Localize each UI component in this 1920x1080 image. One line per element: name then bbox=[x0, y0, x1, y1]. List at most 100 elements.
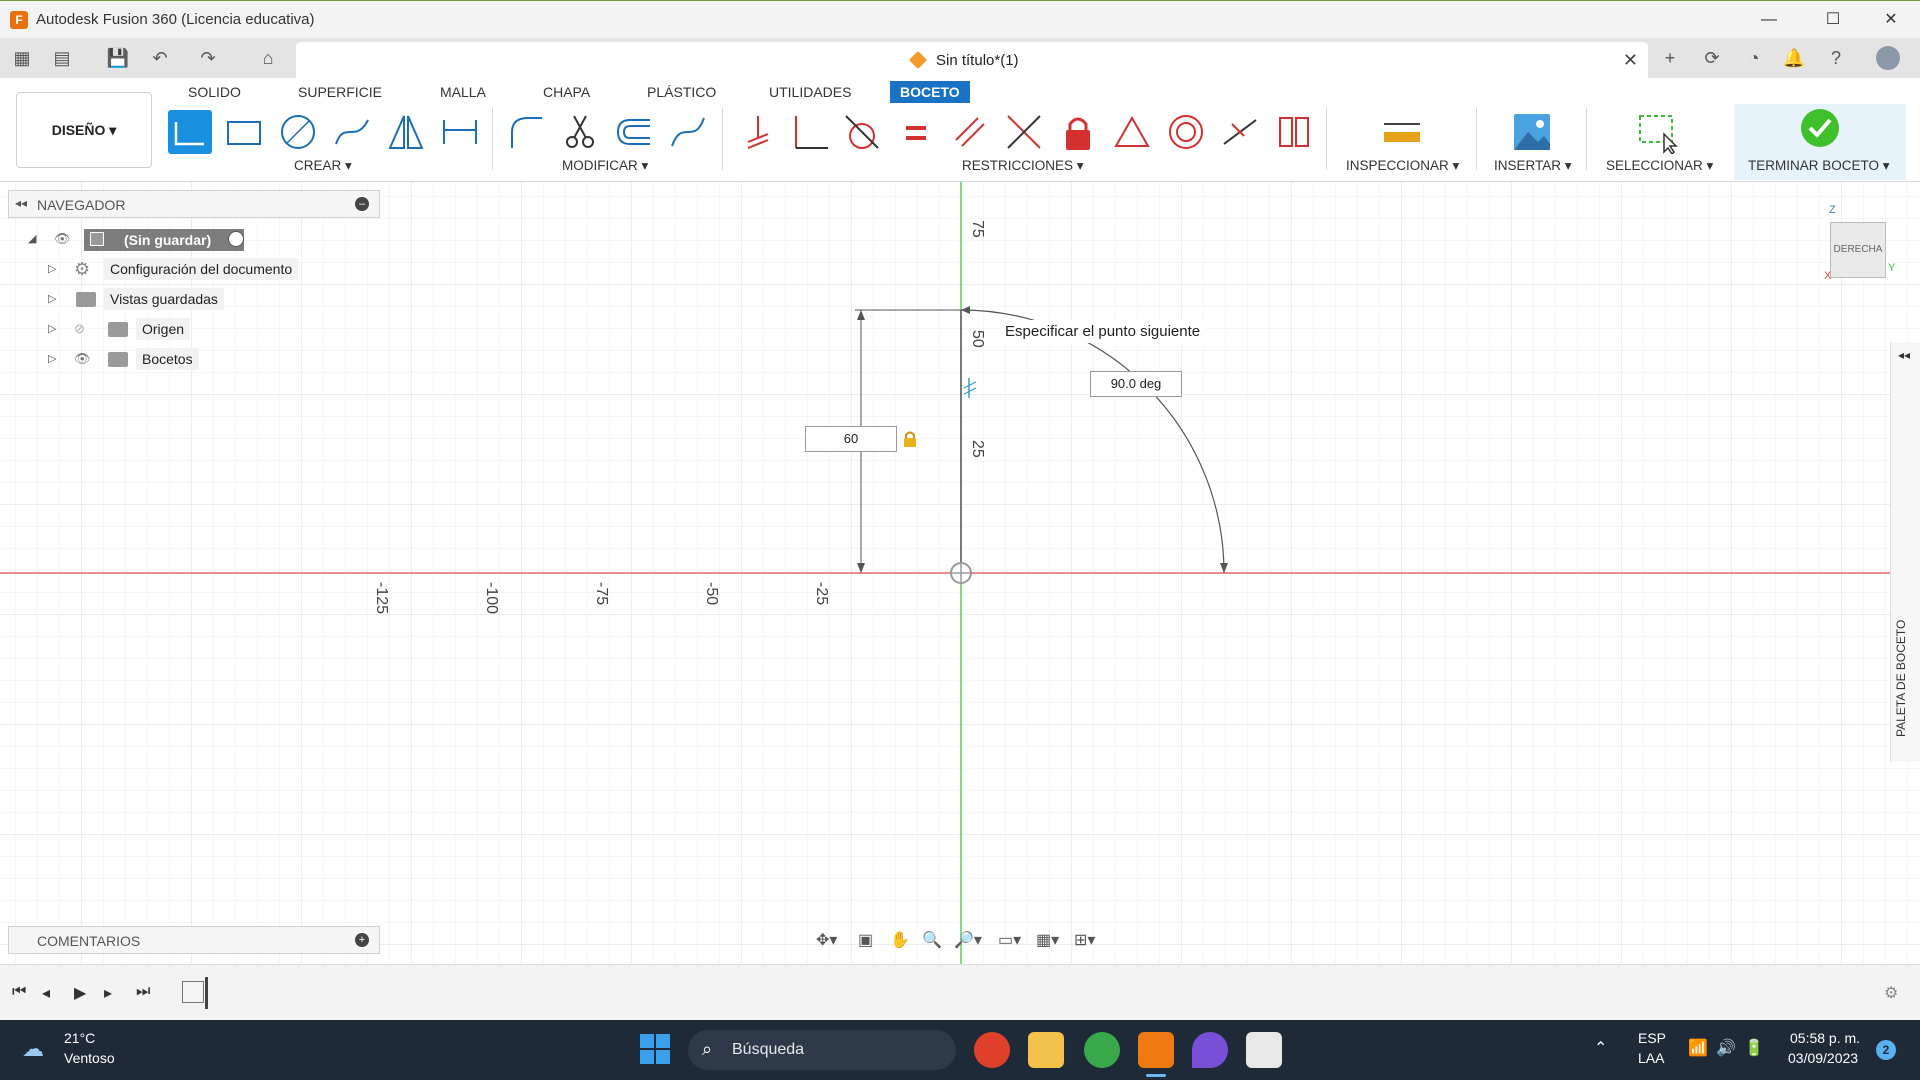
fit-zoom-icon[interactable]: 🔎▾ bbox=[954, 930, 982, 950]
grid-settings-icon[interactable]: ▦▾ bbox=[1036, 930, 1059, 950]
coincident-constraint-icon[interactable] bbox=[736, 110, 780, 154]
add-comment-icon[interactable]: + bbox=[355, 933, 369, 947]
group-crear[interactable]: CREAR ▾ bbox=[294, 158, 352, 174]
angle-input[interactable]: 90.0 deg bbox=[1090, 371, 1182, 397]
timeline-marker[interactable] bbox=[205, 977, 208, 1009]
parallel-constraint-icon[interactable] bbox=[948, 110, 992, 154]
weather-icon[interactable]: ☁ bbox=[22, 1036, 44, 1062]
viewports-icon[interactable]: ⊞▾ bbox=[1074, 930, 1095, 950]
close-tab-icon[interactable]: ✕ bbox=[1623, 50, 1638, 71]
offset-tool-icon[interactable] bbox=[612, 110, 656, 154]
help-icon[interactable]: ? bbox=[1824, 46, 1848, 70]
timeline-settings-icon[interactable]: ⚙ bbox=[1884, 983, 1898, 1003]
app-grid-icon[interactable]: ▦ bbox=[10, 46, 34, 70]
measure-tool-icon[interactable] bbox=[1380, 110, 1424, 154]
spline-tool-icon[interactable] bbox=[330, 110, 374, 154]
expand-palette-icon[interactable]: ◂◂ bbox=[1898, 348, 1910, 362]
group-insertar[interactable]: INSERTAR ▾ bbox=[1494, 158, 1572, 174]
sketch-palette-tab[interactable]: ◂◂ PALETA DE BOCETO bbox=[1890, 342, 1920, 762]
visibility-eye-icon[interactable]: 👁 bbox=[54, 231, 71, 247]
tab-plastico[interactable]: PLÁSTICO bbox=[647, 84, 716, 100]
expand-arrow-icon[interactable]: ▷ bbox=[48, 352, 58, 365]
sketch-timeline-feature-icon[interactable] bbox=[182, 981, 204, 1003]
file-explorer-icon[interactable] bbox=[1028, 1032, 1064, 1068]
circle-tool-icon[interactable] bbox=[276, 110, 320, 154]
group-terminar-boceto[interactable]: TERMINAR BOCETO ▾ bbox=[1748, 158, 1890, 174]
fusion-taskbar-icon[interactable] bbox=[1138, 1032, 1174, 1068]
lock-icon[interactable] bbox=[902, 430, 918, 448]
maximize-button[interactable]: ☐ bbox=[1810, 7, 1856, 33]
tab-boceto[interactable]: BOCETO bbox=[890, 81, 970, 103]
undo-icon[interactable]: ↶ bbox=[148, 46, 172, 70]
select-window-icon[interactable] bbox=[1636, 110, 1680, 156]
input-language[interactable]: ESP bbox=[1638, 1030, 1666, 1046]
viewcube[interactable]: DERECHA bbox=[1830, 222, 1886, 278]
step-back-icon[interactable]: ◂ bbox=[42, 983, 50, 1003]
tab-solido[interactable]: SOLIDO bbox=[188, 84, 241, 100]
tab-chapa[interactable]: CHAPA bbox=[543, 84, 590, 100]
minus-icon[interactable]: – bbox=[355, 197, 369, 211]
midpoint-constraint-icon[interactable] bbox=[1218, 110, 1262, 154]
close-window-button[interactable]: ✕ bbox=[1868, 7, 1914, 33]
user-avatar[interactable] bbox=[1876, 46, 1900, 70]
browser-item-saved-views[interactable]: ▷ Vistas guardadas bbox=[48, 288, 268, 312]
hidden-eye-icon[interactable]: ⊘ bbox=[74, 321, 85, 337]
windows-start-icon[interactable] bbox=[640, 1034, 670, 1064]
symmetry-constraint-icon[interactable] bbox=[1110, 110, 1154, 154]
look-at-icon[interactable]: ▣ bbox=[858, 930, 873, 950]
weather-temp[interactable]: 21°C bbox=[64, 1030, 95, 1046]
tangent-constraint-icon[interactable] bbox=[840, 110, 884, 154]
show-hidden-icons[interactable]: ⌃ bbox=[1594, 1038, 1607, 1058]
new-tab-icon[interactable]: + bbox=[1658, 46, 1682, 70]
play-icon[interactable]: ▶ bbox=[74, 983, 86, 1003]
taskbar-search[interactable]: ⌕ Búsqueda bbox=[688, 1030, 956, 1070]
go-to-end-icon[interactable]: ⏭ bbox=[136, 983, 150, 1001]
collapse-panel-icon[interactable]: ◂◂ bbox=[15, 196, 27, 210]
zoom-icon[interactable]: 🔍 bbox=[922, 930, 942, 950]
color-app-icon[interactable] bbox=[1192, 1032, 1228, 1068]
visibility-eye-icon[interactable]: 👁 bbox=[74, 351, 91, 367]
document-tab[interactable]: Sin título*(1) ✕ bbox=[296, 42, 1648, 78]
group-restricciones[interactable]: RESTRICCIONES ▾ bbox=[962, 158, 1084, 174]
clock-time[interactable]: 05:58 p. m. bbox=[1790, 1030, 1860, 1046]
fillet-tool-icon[interactable] bbox=[504, 110, 548, 154]
insert-image-icon[interactable] bbox=[1510, 110, 1554, 154]
group-seleccionar[interactable]: SELECCIONAR ▾ bbox=[1606, 158, 1713, 174]
concentric-constraint-icon[interactable] bbox=[1164, 110, 1208, 154]
orbit-icon[interactable]: ✥▾ bbox=[816, 930, 837, 950]
length-input[interactable]: 60 bbox=[805, 426, 897, 452]
home-icon[interactable]: ⌂ bbox=[256, 46, 280, 70]
battery-icon[interactable]: 🔋 bbox=[1744, 1038, 1764, 1058]
collinear-constraint-icon[interactable] bbox=[1002, 110, 1046, 154]
save-icon[interactable]: 💾 bbox=[106, 46, 130, 70]
pan-icon[interactable]: ✋ bbox=[890, 930, 910, 950]
expand-arrow-icon[interactable]: ▷ bbox=[48, 322, 58, 335]
tab-utilidades[interactable]: UTILIDADES bbox=[769, 84, 851, 100]
dimension-tool-icon[interactable] bbox=[438, 110, 482, 154]
expand-arrow-icon[interactable]: ▷ bbox=[48, 262, 58, 275]
go-to-start-icon[interactable]: ⏮ bbox=[12, 983, 26, 1001]
sync-icon[interactable]: ⟳ bbox=[1700, 46, 1724, 70]
sketch-canvas[interactable]: -125 -100 -75 -50 -25 75 50 25 Especific… bbox=[0, 182, 1920, 964]
group-modificar[interactable]: MODIFICAR ▾ bbox=[562, 158, 648, 174]
collapse-arrow-icon[interactable]: ◢ bbox=[28, 232, 38, 245]
step-forward-icon[interactable]: ▸ bbox=[104, 983, 112, 1003]
browser-item-document-settings[interactable]: ▷ ⚙ Configuración del documento bbox=[48, 258, 308, 282]
activate-radio-icon[interactable] bbox=[228, 231, 244, 247]
display-settings-icon[interactable]: ▭▾ bbox=[998, 930, 1021, 950]
trim-tool-icon[interactable] bbox=[558, 110, 602, 154]
equal-constraint-icon[interactable] bbox=[894, 110, 938, 154]
comments-panel-header[interactable]: COMENTARIOS + bbox=[8, 926, 380, 954]
wifi-icon[interactable]: 📶 bbox=[1688, 1038, 1708, 1058]
tab-superficie[interactable]: SUPERFICIE bbox=[298, 84, 382, 100]
chrome-icon[interactable] bbox=[974, 1032, 1010, 1068]
perpendicular-constraint-icon[interactable] bbox=[788, 110, 832, 154]
browser-item-origin[interactable]: ▷ ⊘ Origen bbox=[48, 318, 208, 342]
horizontal-vertical-constraint-icon[interactable] bbox=[1272, 110, 1316, 154]
rectangle-tool-icon[interactable] bbox=[222, 110, 266, 154]
volume-icon[interactable]: 🔊 bbox=[1716, 1038, 1736, 1058]
mirror-tool-icon[interactable] bbox=[384, 110, 428, 154]
line-tool-icon[interactable] bbox=[168, 110, 212, 154]
chrome-profile-icon[interactable] bbox=[1084, 1032, 1120, 1068]
group-inspeccionar[interactable]: INSPECCIONAR ▾ bbox=[1346, 158, 1459, 174]
